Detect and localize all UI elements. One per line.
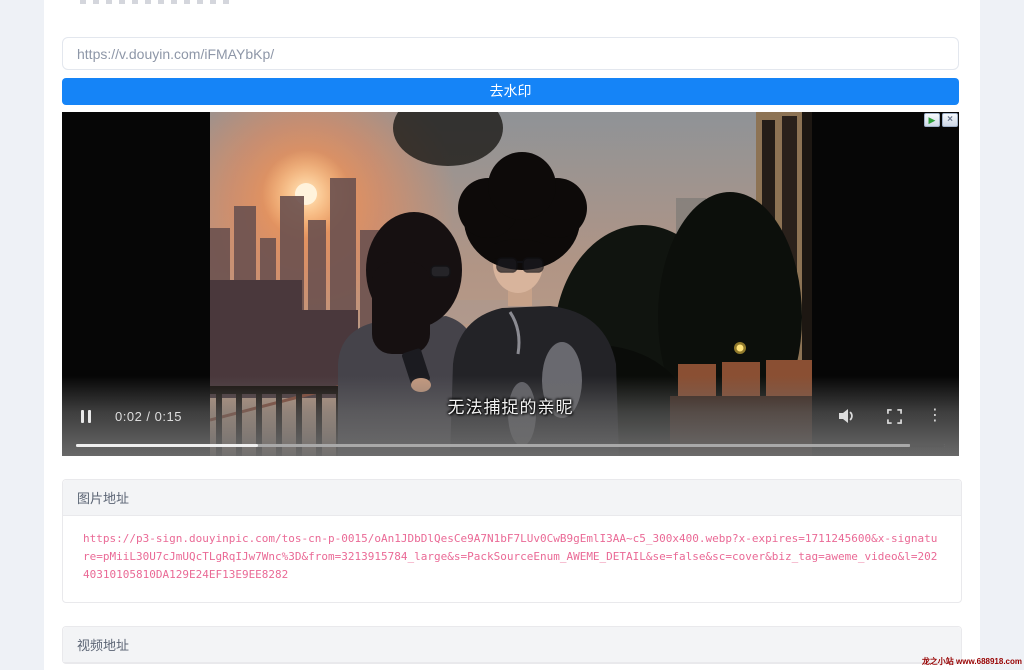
ad-play-icon[interactable]: ▶ (924, 113, 940, 127)
remove-watermark-button[interactable]: 去水印 (62, 78, 959, 105)
video-player: ▶ × 无法捕捉的亲昵 0:02 / 0:15 ⋮ (62, 112, 959, 456)
volume-icon[interactable] (838, 408, 857, 424)
more-options-icon[interactable]: ⋮ (928, 408, 942, 424)
progress-bar[interactable] (76, 444, 945, 447)
video-url-section-title: 视频地址 (63, 627, 961, 663)
video-url-section: 视频地址 (62, 626, 962, 664)
clipped-text-fragment (80, 0, 230, 4)
video-url-input[interactable] (62, 37, 959, 70)
progress-played (76, 444, 258, 447)
pause-icon[interactable] (79, 408, 93, 425)
image-url-section-body: https://p3-sign.douyinpic.com/tos-cn-p-0… (63, 516, 961, 602)
progress-remaining (910, 444, 945, 447)
video-controls: 0:02 / 0:15 ⋮ (62, 398, 959, 434)
image-url-text: https://p3-sign.douyinpic.com/tos-cn-p-0… (83, 530, 941, 584)
image-url-section: 图片地址 https://p3-sign.douyinpic.com/tos-c… (62, 479, 962, 603)
image-url-section-title: 图片地址 (63, 480, 961, 516)
time-display: 0:02 / 0:15 (115, 409, 182, 424)
site-watermark: 龙之小站 www.688918.com (922, 656, 1022, 667)
fullscreen-icon[interactable] (887, 409, 902, 424)
ad-badges: ▶ × (924, 113, 958, 127)
content-card: 去水印 (44, 0, 980, 670)
ad-close-icon[interactable]: × (942, 113, 958, 127)
